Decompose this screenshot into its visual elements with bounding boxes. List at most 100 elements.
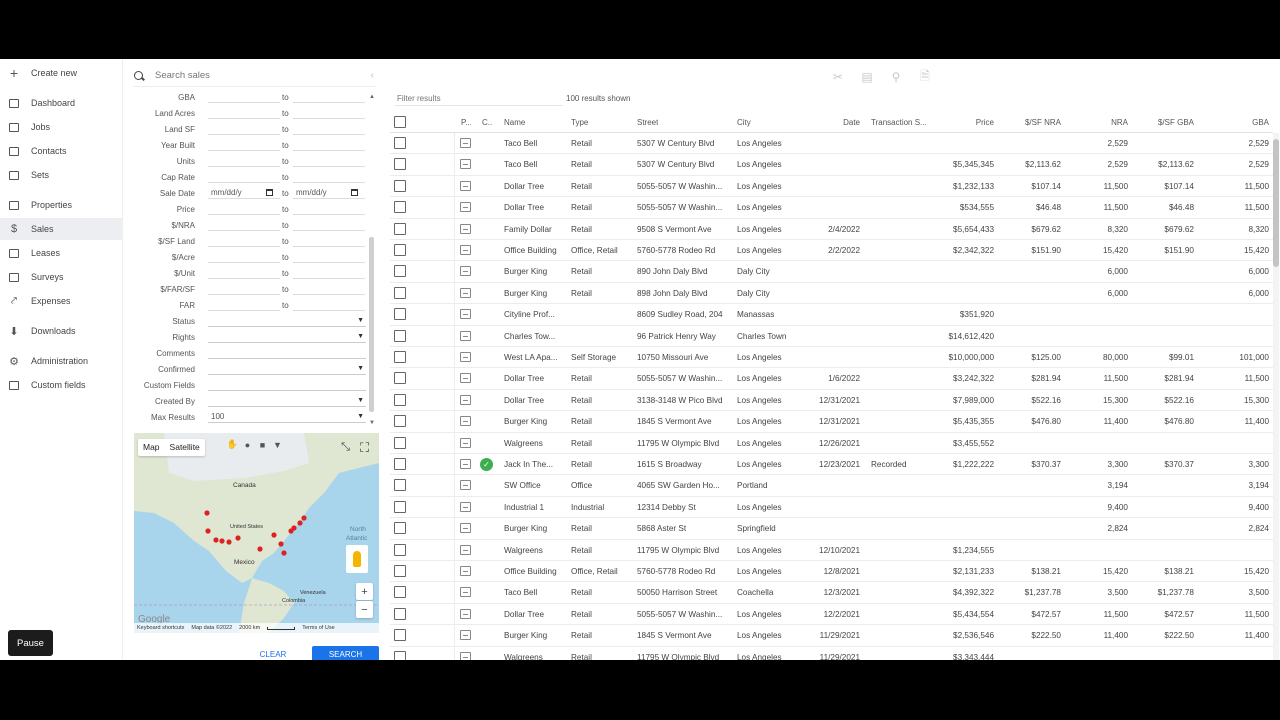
- row-checkbox[interactable]: [394, 372, 406, 385]
- table-row[interactable]: Dollar Tree Retail 5055-5057 W Washin... Lo…: [390, 604, 1273, 626]
- sidebar-item-custom-fields[interactable]: Custom fields: [0, 374, 122, 396]
- filter-max-input[interactable]: [293, 283, 365, 295]
- row-checkbox[interactable]: [394, 500, 406, 513]
- row-checkbox[interactable]: [394, 522, 406, 535]
- search-input[interactable]: [155, 70, 345, 81]
- col-price[interactable]: Price: [930, 118, 994, 127]
- sidebar-item-surveys[interactable]: Surveys: [0, 266, 122, 288]
- panel-scroll-thumb[interactable]: [369, 237, 374, 412]
- filter-min-input[interactable]: [208, 283, 280, 295]
- col-transaction-status[interactable]: Transaction S...: [871, 118, 929, 127]
- table-row[interactable]: Dollar Tree Retail 3138-3148 W Pico Blvd Lo…: [390, 390, 1273, 412]
- fullscreen-icon[interactable]: ⛶: [356, 439, 373, 456]
- filter-min-input[interactable]: [208, 235, 280, 247]
- filter-max-input[interactable]: [293, 219, 365, 231]
- terms-of-use-link[interactable]: Terms of Use: [302, 625, 334, 631]
- table-row[interactable]: Office Building Office, Retail 5760-5778 R…: [390, 240, 1273, 262]
- circle-icon[interactable]: ●: [242, 439, 253, 450]
- sidebar-item-properties[interactable]: Properties: [0, 194, 122, 216]
- table-row[interactable]: Family Dollar Retail 9508 S Vermont Ave Los…: [390, 219, 1273, 240]
- map-type-map[interactable]: Map: [138, 439, 165, 456]
- filter-max-input[interactable]: [293, 299, 365, 311]
- filter-max-input[interactable]: [293, 171, 365, 183]
- filter-min-input[interactable]: [208, 219, 280, 231]
- table-row[interactable]: Burger King Retail 1845 S Vermont Ave Los A…: [390, 625, 1273, 647]
- sidebar-item-administration[interactable]: ⚙ Administration: [0, 350, 122, 372]
- table-row[interactable]: Dollar Tree Retail 5055-5057 W Washin... Lo…: [390, 176, 1273, 198]
- row-checkbox[interactable]: [394, 265, 406, 278]
- sidebar-item-sales[interactable]: $ Sales: [0, 218, 122, 240]
- table-row[interactable]: Charles Tow... 96 Patrick Henry Way Charle…: [390, 326, 1273, 347]
- scissors-icon[interactable]: ✂: [832, 70, 844, 84]
- row-checkbox[interactable]: [394, 308, 406, 321]
- filter-min-input[interactable]: [208, 139, 280, 151]
- filter-max-input[interactable]: [293, 155, 365, 167]
- polygon-icon[interactable]: ▼: [272, 439, 283, 450]
- map-pin-icon[interactable]: ⚲: [890, 70, 902, 84]
- table-row[interactable]: Burger King Retail 1845 S Vermont Ave Los A…: [390, 411, 1273, 433]
- row-checkbox[interactable]: [394, 650, 406, 660]
- col-type[interactable]: Type: [571, 118, 588, 127]
- map-type-satellite[interactable]: Satellite: [165, 439, 205, 456]
- collapse-map-icon[interactable]: ⤡: [337, 439, 354, 456]
- filter-select[interactable]: [208, 379, 366, 391]
- table-row[interactable]: Walgreens Retail 11795 W Olympic Blvd Los A…: [390, 540, 1273, 561]
- clear-button[interactable]: CLEAR: [256, 646, 290, 660]
- row-checkbox[interactable]: [394, 393, 406, 406]
- filter-max-input[interactable]: [293, 235, 365, 247]
- filter-max-input[interactable]: [293, 91, 365, 103]
- panel-scrollbar[interactable]: ▲ ▼: [369, 94, 375, 427]
- row-checkbox[interactable]: [394, 244, 406, 256]
- table-row[interactable]: Burger King Retail 890 John Daly Blvd Daly …: [390, 261, 1273, 283]
- zoom-out-button[interactable]: −: [356, 601, 373, 618]
- table-row[interactable]: Taco Bell Retail 5307 W Century Blvd Los An…: [390, 133, 1273, 155]
- zoom-in-button[interactable]: +: [356, 583, 373, 600]
- filter-min-input[interactable]: [208, 91, 280, 103]
- filter-min-input[interactable]: [208, 267, 280, 279]
- row-checkbox[interactable]: [394, 629, 406, 642]
- row-checkbox[interactable]: [394, 222, 406, 235]
- col-confirmed[interactable]: C...: [482, 118, 492, 127]
- col-street[interactable]: Street: [637, 118, 658, 127]
- street-view-icon[interactable]: [346, 545, 368, 573]
- sidebar-item-sets[interactable]: Sets: [0, 164, 122, 186]
- row-checkbox[interactable]: [394, 458, 406, 470]
- table-row[interactable]: Walgreens Retail 11795 W Olympic Blvd Los A…: [390, 433, 1273, 454]
- row-checkbox[interactable]: [394, 565, 406, 577]
- row-checkbox[interactable]: [394, 137, 406, 149]
- create-new-button[interactable]: + Create new: [0, 62, 122, 84]
- results-scroll-thumb[interactable]: [1273, 139, 1279, 267]
- search-button[interactable]: SEARCH: [312, 646, 379, 660]
- filter-max-input[interactable]: [293, 267, 365, 279]
- row-checkbox[interactable]: [394, 543, 406, 556]
- hand-icon[interactable]: ✋: [227, 439, 238, 450]
- export-document-icon[interactable]: 🗎: [919, 69, 931, 84]
- filter-max-input[interactable]: [293, 251, 365, 263]
- sidebar-item-leases[interactable]: Leases: [0, 242, 122, 264]
- filter-max-input[interactable]: [293, 203, 365, 215]
- sidebar-item-downloads[interactable]: ⬇ Downloads: [0, 320, 122, 342]
- filter-select[interactable]: ▼: [208, 315, 366, 327]
- filter-select[interactable]: ▼: [208, 363, 366, 375]
- table-row[interactable]: Burger King Retail 898 John Daly Blvd Daly …: [390, 283, 1273, 305]
- col-date[interactable]: Date: [810, 118, 860, 127]
- col-nra[interactable]: NRA: [1070, 118, 1128, 127]
- filter-min-input[interactable]: [208, 171, 280, 183]
- filter-min-input[interactable]: [208, 299, 280, 311]
- collapse-panel-icon[interactable]: ‹: [371, 70, 376, 81]
- row-checkbox[interactable]: [394, 158, 406, 171]
- calendar-icon[interactable]: [266, 189, 273, 196]
- filter-max-input[interactable]: [293, 107, 365, 119]
- sales-map[interactable]: Map Satellite ✋ ● ■ ▼ ⤡ ⛶ + − Canada Uni…: [134, 433, 379, 633]
- row-checkbox[interactable]: [394, 179, 406, 192]
- results-scrollbar[interactable]: [1273, 133, 1279, 660]
- filter-select[interactable]: ▼: [208, 395, 366, 407]
- select-all-checkbox[interactable]: [394, 116, 406, 128]
- table-row[interactable]: Burger King Retail 5868 Aster St Springfiel…: [390, 518, 1273, 540]
- sidebar-item-dashboard[interactable]: Dashboard: [0, 92, 122, 114]
- filter-min-input[interactable]: [208, 123, 280, 135]
- filter-select[interactable]: 100 ▼: [208, 411, 366, 423]
- filter-select[interactable]: [208, 347, 366, 359]
- table-row[interactable]: Walgreens Retail 11795 W Olympic Blvd Los A…: [390, 647, 1273, 660]
- row-checkbox[interactable]: [394, 436, 406, 449]
